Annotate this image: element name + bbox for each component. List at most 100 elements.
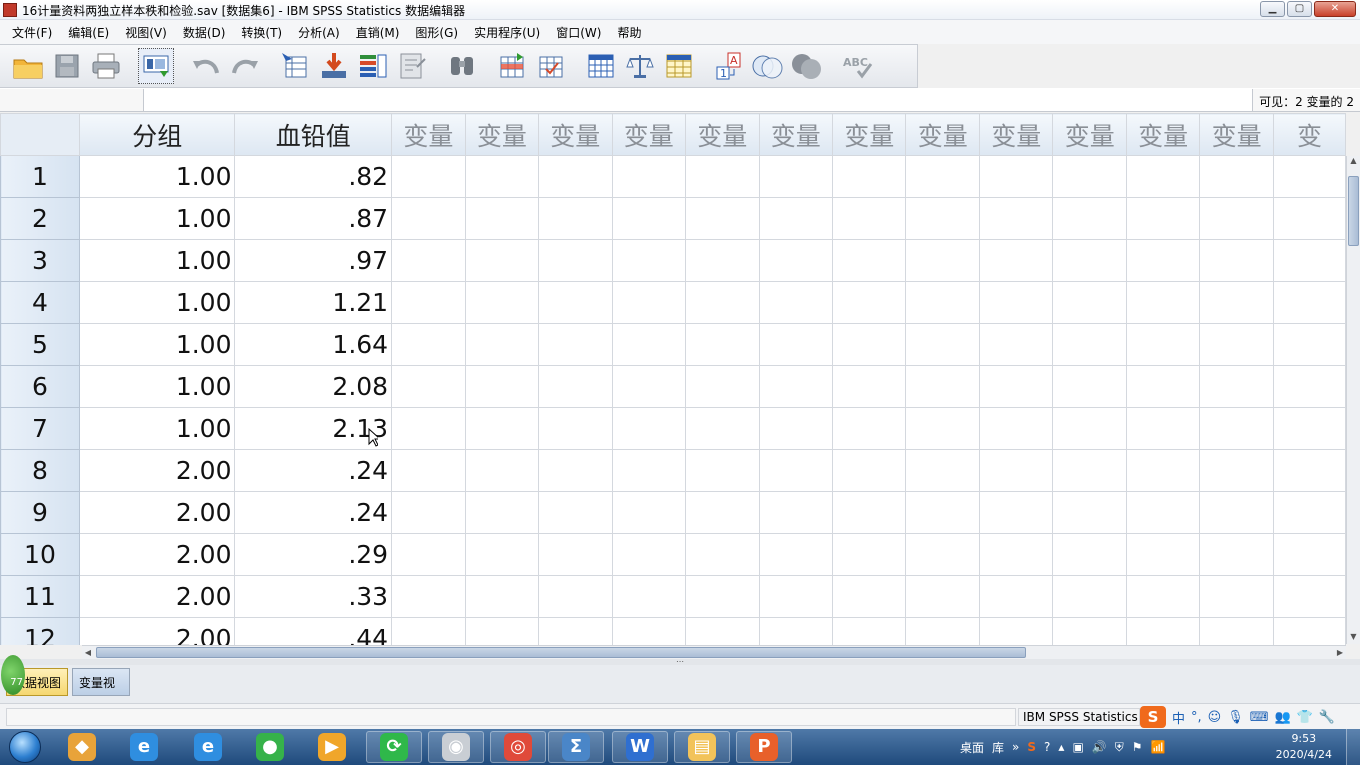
insert-variable-icon[interactable] [533, 48, 569, 84]
empty-cell[interactable] [831, 323, 907, 366]
maximize-button[interactable]: ▢ [1287, 1, 1312, 17]
row-number[interactable]: 9 [0, 491, 80, 534]
empty-cell[interactable] [831, 281, 907, 324]
find-icon[interactable] [444, 48, 480, 84]
empty-cell[interactable] [1125, 197, 1201, 240]
column-header-var[interactable]: 变量 [1125, 113, 1201, 156]
empty-cell[interactable] [1272, 239, 1346, 282]
empty-cell[interactable] [1125, 533, 1201, 576]
show-all-variables-icon[interactable] [789, 48, 825, 84]
save-icon[interactable] [49, 48, 85, 84]
empty-cell[interactable] [1272, 533, 1346, 576]
empty-cell[interactable] [1199, 449, 1274, 492]
ime-emoji-icon[interactable]: ☺ [1208, 710, 1222, 725]
menu-direct-marketing[interactable]: 直销(M) [348, 24, 408, 41]
empty-cell[interactable] [538, 239, 613, 282]
empty-cell[interactable] [831, 617, 907, 645]
empty-cell[interactable] [1272, 281, 1346, 324]
row-number[interactable]: 5 [0, 323, 80, 366]
empty-cell[interactable] [1052, 407, 1127, 450]
empty-cell[interactable] [538, 197, 613, 240]
column-header-var[interactable]: 变量 [685, 113, 760, 156]
empty-cell[interactable] [464, 575, 540, 618]
tab-data-view[interactable]: 77 数据视图 [1, 655, 68, 696]
empty-cell[interactable] [1199, 575, 1274, 618]
menu-utilities[interactable]: 实用程序(U) [466, 24, 548, 41]
start-button[interactable] [2, 729, 48, 765]
empty-cell[interactable] [611, 575, 687, 618]
empty-cell[interactable] [538, 365, 613, 408]
empty-cell[interactable] [831, 407, 907, 450]
empty-cell[interactable] [1199, 407, 1274, 450]
empty-cell[interactable] [538, 155, 613, 198]
empty-cell[interactable] [685, 239, 760, 282]
empty-cell[interactable] [1125, 365, 1201, 408]
row-number[interactable]: 12 [0, 617, 80, 645]
empty-cell[interactable] [391, 407, 466, 450]
empty-cell[interactable] [464, 155, 540, 198]
empty-cell[interactable] [1125, 449, 1201, 492]
column-header-var[interactable]: 变量 [905, 113, 980, 156]
column-header-var[interactable]: 变量 [391, 113, 466, 156]
empty-cell[interactable] [758, 407, 834, 450]
empty-cell[interactable] [978, 575, 1054, 618]
empty-cell[interactable] [831, 155, 907, 198]
empty-cell[interactable] [978, 155, 1054, 198]
row-number[interactable]: 11 [0, 575, 80, 618]
column-header-lead-value[interactable]: 血铅值 [234, 113, 393, 156]
empty-cell[interactable] [685, 575, 760, 618]
empty-cell[interactable] [905, 281, 980, 324]
horizontal-scroll-thumb[interactable] [96, 647, 1026, 658]
empty-cell[interactable] [758, 575, 834, 618]
cell-lead-value[interactable]: .82 [234, 155, 393, 198]
empty-cell[interactable] [464, 491, 540, 534]
row-number[interactable]: 3 [0, 239, 80, 282]
print-icon[interactable] [88, 48, 124, 84]
cell-lead-value[interactable]: 2.08 [234, 365, 393, 408]
empty-cell[interactable] [831, 533, 907, 576]
open-folder-icon[interactable] [10, 48, 46, 84]
variables-icon[interactable] [355, 48, 391, 84]
cell-reference-box[interactable] [0, 89, 144, 111]
ie-edge-icon[interactable]: e [180, 731, 236, 763]
empty-cell[interactable] [978, 491, 1054, 534]
empty-cell[interactable] [611, 323, 687, 366]
grid-corner[interactable] [0, 113, 80, 156]
ie-app-icon[interactable]: e [116, 731, 172, 763]
empty-cell[interactable] [391, 575, 466, 618]
cell-lead-value[interactable]: .29 [234, 533, 393, 576]
empty-cell[interactable] [391, 239, 466, 282]
empty-cell[interactable] [391, 617, 466, 645]
empty-cell[interactable] [538, 617, 613, 645]
empty-cell[interactable] [464, 407, 540, 450]
media-player-icon[interactable]: ▶ [304, 731, 360, 763]
spss-icon[interactable]: Σ [548, 731, 604, 763]
empty-cell[interactable] [391, 281, 466, 324]
ime-user-icon[interactable]: 👥 [1275, 710, 1291, 725]
empty-cell[interactable] [1199, 239, 1274, 282]
file-explorer-icon[interactable]: ▤ [674, 731, 730, 763]
empty-cell[interactable] [1199, 617, 1274, 645]
weight-cases-icon[interactable] [622, 48, 658, 84]
empty-cell[interactable] [391, 323, 466, 366]
empty-cell[interactable] [1199, 323, 1274, 366]
show-desktop-button[interactable] [1346, 729, 1360, 765]
empty-cell[interactable] [611, 239, 687, 282]
cell-group[interactable]: 2.00 [78, 449, 236, 492]
cell-group[interactable]: 1.00 [78, 155, 236, 198]
empty-cell[interactable] [978, 365, 1054, 408]
empty-cell[interactable] [1199, 533, 1274, 576]
empty-cell[interactable] [1199, 155, 1274, 198]
empty-cell[interactable] [905, 155, 980, 198]
ime-skin-icon[interactable]: 👕 [1297, 710, 1313, 725]
vertical-scrollbar[interactable]: ▲ ▼ [1346, 156, 1360, 644]
empty-cell[interactable] [1199, 281, 1274, 324]
row-number[interactable]: 8 [0, 449, 80, 492]
horizontal-scrollbar[interactable]: ◀ ▶ [82, 645, 1346, 659]
scroll-left-icon[interactable]: ◀ [82, 646, 94, 659]
empty-cell[interactable] [1272, 365, 1346, 408]
empty-cell[interactable] [1125, 617, 1201, 645]
empty-cell[interactable] [685, 365, 760, 408]
empty-cell[interactable] [905, 491, 980, 534]
empty-cell[interactable] [758, 281, 834, 324]
